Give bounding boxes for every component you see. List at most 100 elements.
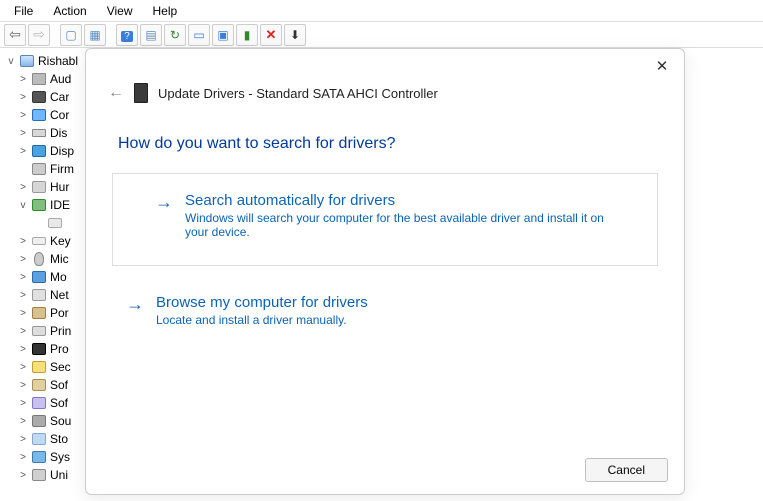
menu-action[interactable]: Action <box>43 2 96 20</box>
toolbar-device-button[interactable] <box>236 24 258 46</box>
show-icon <box>65 28 76 42</box>
tree-item[interactable]: >Sof <box>4 394 85 412</box>
expand-icon[interactable]: > <box>18 470 28 481</box>
tree-item[interactable]: v IDE <box>4 196 85 214</box>
expand-icon[interactable]: > <box>18 254 28 265</box>
tree-item[interactable]: > Hur <box>4 178 85 196</box>
toolbar-cal-button[interactable] <box>140 24 162 46</box>
expand-icon[interactable]: > <box>18 452 28 463</box>
device-tree[interactable]: v Rishabl >Aud>Car>Cor>Dis>DispFirm>Hurv… <box>0 48 85 501</box>
screen-icon <box>31 270 47 284</box>
toolbar-monitor2-button[interactable] <box>212 24 234 46</box>
tree-item[interactable]: >Disp <box>4 142 85 160</box>
speaker-icon <box>31 72 47 86</box>
dialog-back-button[interactable]: ← <box>108 84 124 102</box>
tree-item-label: Aud <box>50 72 71 86</box>
toolbar-show-button[interactable] <box>60 24 82 46</box>
tree-item[interactable]: >Car <box>4 88 85 106</box>
toolbar-help-button[interactable] <box>116 24 138 46</box>
arrow-right-icon: → <box>126 294 144 314</box>
toolbar <box>0 22 763 48</box>
monitor-icon <box>193 28 204 42</box>
dialog-title: Update Drivers - Standard SATA AHCI Cont… <box>158 86 438 101</box>
forward-arrow-icon <box>33 26 45 43</box>
tree-item[interactable]: > Prin <box>4 322 85 340</box>
expand-icon[interactable]: > <box>18 290 28 301</box>
close-icon: ✕ <box>656 58 669 75</box>
expand-icon[interactable]: > <box>18 398 28 409</box>
device-icon <box>244 28 251 42</box>
expand-icon[interactable]: > <box>18 272 28 283</box>
expand-icon[interactable]: > <box>18 416 28 427</box>
toolbar-download-button[interactable] <box>284 24 306 46</box>
tree-item-label: Sec <box>50 360 71 374</box>
expand-icon[interactable]: > <box>18 182 28 193</box>
cancel-button[interactable]: Cancel <box>585 458 668 482</box>
toolbar-forward-button[interactable] <box>28 24 50 46</box>
back-arrow-icon: ← <box>108 84 124 101</box>
menu-view[interactable]: View <box>97 2 143 20</box>
tree-item[interactable]: >Mo <box>4 268 85 286</box>
tree-item-label: Por <box>50 306 69 320</box>
grid-icon <box>89 28 100 42</box>
tree-item-label: Prin <box>50 324 71 338</box>
option-search-auto[interactable]: → Search automatically for drivers Windo… <box>112 173 658 266</box>
toolbar-back-button[interactable] <box>4 24 26 46</box>
tree-item-label: Hur <box>50 180 69 194</box>
tree-item[interactable]: Firm <box>4 160 85 178</box>
expand-icon[interactable]: v <box>18 200 28 211</box>
expand-icon[interactable]: > <box>18 74 28 85</box>
close-button[interactable]: ✕ <box>652 57 672 77</box>
tree-item-label: IDE <box>50 198 70 212</box>
dialog-header: ← Update Drivers - Standard SATA AHCI Co… <box>86 49 684 113</box>
tree-item-label: Firm <box>50 162 74 176</box>
option-browse[interactable]: → Browse my computer for drivers Locate … <box>126 294 644 327</box>
option-search-auto-desc: Windows will search your computer for th… <box>185 211 605 239</box>
menu-file[interactable]: File <box>4 2 43 20</box>
tree-item[interactable]: >Sou <box>4 412 85 430</box>
option-browse-title: Browse my computer for drivers <box>156 294 644 311</box>
expand-icon[interactable]: > <box>18 362 28 373</box>
tree-item[interactable] <box>4 214 85 232</box>
tree-item[interactable]: > Aud <box>4 70 85 88</box>
download-icon <box>290 28 300 42</box>
tree-item[interactable]: >Pro <box>4 340 85 358</box>
sys-icon <box>31 450 47 464</box>
tree-root[interactable]: v Rishabl <box>4 52 85 70</box>
expand-icon[interactable]: > <box>18 236 28 247</box>
tree-item[interactable]: >Key <box>4 232 85 250</box>
collapse-icon[interactable]: v <box>6 56 16 67</box>
tree-item-label: Mic <box>50 252 69 266</box>
dispadapt-icon <box>31 144 47 158</box>
expand-icon[interactable]: > <box>18 110 28 121</box>
expand-icon[interactable]: > <box>18 380 28 391</box>
toolbar-monitor-button[interactable] <box>188 24 210 46</box>
tree-item[interactable]: > Cor <box>4 106 85 124</box>
toolbar-refresh-button[interactable] <box>164 24 186 46</box>
storage-icon <box>31 432 47 446</box>
help-icon <box>121 28 133 42</box>
tree-item[interactable]: >Sys <box>4 448 85 466</box>
tree-item[interactable]: >Uni <box>4 466 85 484</box>
tree-item[interactable]: >Sto <box>4 430 85 448</box>
tree-item[interactable]: > Net <box>4 286 85 304</box>
tree-item-label: Net <box>50 288 69 302</box>
tree-item[interactable]: >Dis <box>4 124 85 142</box>
toolbar-delete-button[interactable] <box>260 24 282 46</box>
expand-icon[interactable]: > <box>18 128 28 139</box>
toolbar-grid-button[interactable] <box>84 24 106 46</box>
expand-icon[interactable]: > <box>18 326 28 337</box>
tree-item[interactable]: > Sec <box>4 358 85 376</box>
expand-icon[interactable]: > <box>18 146 28 157</box>
mouse-icon <box>31 252 47 266</box>
expand-icon[interactable]: > <box>18 434 28 445</box>
expand-icon[interactable]: > <box>18 344 28 355</box>
menu-help[interactable]: Help <box>143 2 188 20</box>
expand-icon[interactable]: > <box>18 92 28 103</box>
tree-item[interactable]: > Mic <box>4 250 85 268</box>
expand-icon[interactable]: > <box>18 308 28 319</box>
tree-item[interactable]: >Sof <box>4 376 85 394</box>
tree-item[interactable]: > Por <box>4 304 85 322</box>
drive-icon <box>47 216 63 230</box>
tree-item-label: Cor <box>50 108 69 122</box>
